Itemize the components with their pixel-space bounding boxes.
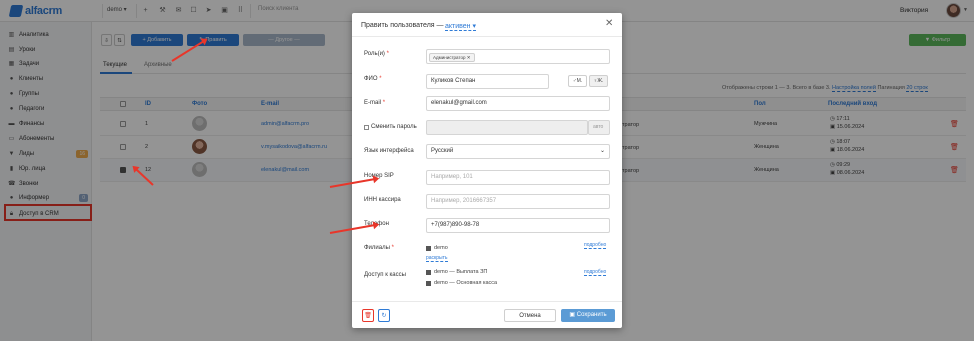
sip-input[interactable]: Например, 101 [426, 170, 610, 185]
cancel-button[interactable]: Отмена [504, 309, 556, 322]
floppy-icon: ▣ [569, 312, 576, 318]
phone-input[interactable]: +7(987)890-98-78 [426, 218, 610, 233]
language-label: Язык интерфейса [364, 148, 414, 154]
role-tag[interactable]: Администратор ✕ [429, 53, 475, 62]
gender-m-text: М. [576, 78, 583, 84]
fio-label-text: ФИО [364, 76, 378, 82]
role-tag-text: Администратор [433, 55, 466, 60]
fio-label: ФИО * [364, 76, 382, 82]
restore-button[interactable]: ↻ [378, 309, 390, 322]
gender-female-button[interactable]: ♀Ж. [589, 75, 608, 87]
edit-user-modal: Править пользователя — активен ▾ ✕ Роль(… [352, 13, 622, 328]
branch-demo-checkbox[interactable] [426, 246, 431, 251]
cash-payroll-checkbox[interactable] [426, 270, 431, 275]
change-password-label: Сменить пароль [371, 124, 417, 130]
trash-icon: 🗑︎ [364, 313, 372, 319]
branches-details-link[interactable]: подробно [584, 242, 607, 249]
fio-input[interactable]: Куликов Степан [426, 74, 549, 89]
remove-tag-icon[interactable]: ✕ [467, 55, 471, 60]
language-select[interactable]: Русский ⌄ [426, 144, 610, 159]
cash-payroll-label: demo — Выплата ЗП [434, 269, 488, 275]
save-label: Сохранить [576, 312, 607, 318]
password-input [426, 120, 588, 135]
save-button[interactable]: ▣ Сохранить [561, 309, 615, 322]
chevron-down-icon: ⌄ [599, 148, 605, 154]
close-icon[interactable]: ✕ [605, 19, 613, 29]
expand-link[interactable]: раскрыть [426, 255, 448, 262]
branches-label-text: Филиалы [364, 245, 390, 251]
roles-label-text: Роль(и) [364, 51, 385, 57]
email-label-text: E-mail [364, 100, 382, 106]
title-dash: — [436, 22, 444, 29]
modal-title-text: Править пользователя [361, 22, 435, 29]
change-password-checkbox[interactable] [364, 125, 369, 130]
status-value: активен [445, 23, 471, 30]
refresh-icon: ↻ [381, 313, 387, 319]
cash-access-label: Доступ к кассы [364, 272, 406, 278]
email-input[interactable]: elenakul@gmail.com [426, 96, 610, 111]
roles-label: Роль(и) * [364, 51, 389, 57]
cash-main-checkbox[interactable] [426, 281, 431, 286]
branch-demo-label: demo [434, 245, 448, 251]
modal-footer: 🗑︎ ↻ Отмена ▣ Сохранить [352, 301, 622, 328]
modal-title: Править пользователя — [361, 22, 444, 29]
delete-user-button[interactable]: 🗑︎ [362, 309, 374, 322]
email-label: E-mail * [364, 100, 386, 106]
branches-label: Филиалы * [364, 245, 394, 251]
user-status-dropdown[interactable]: активен ▾ [445, 22, 477, 31]
cash-details-link[interactable]: подробно [584, 269, 607, 276]
password-auto-button: авто [588, 120, 610, 135]
inn-label: ИНН кассира [364, 197, 401, 203]
inn-input[interactable]: Например, 2016667357 [426, 194, 610, 209]
cash-main-label: demo — Основная касса [434, 280, 498, 286]
gender-f-text: Ж. [597, 78, 604, 84]
modal-header: Править пользователя — активен ▾ ✕ [352, 13, 622, 37]
language-value: Русский [431, 148, 454, 154]
gender-male-button[interactable]: ♂М. [568, 75, 587, 87]
